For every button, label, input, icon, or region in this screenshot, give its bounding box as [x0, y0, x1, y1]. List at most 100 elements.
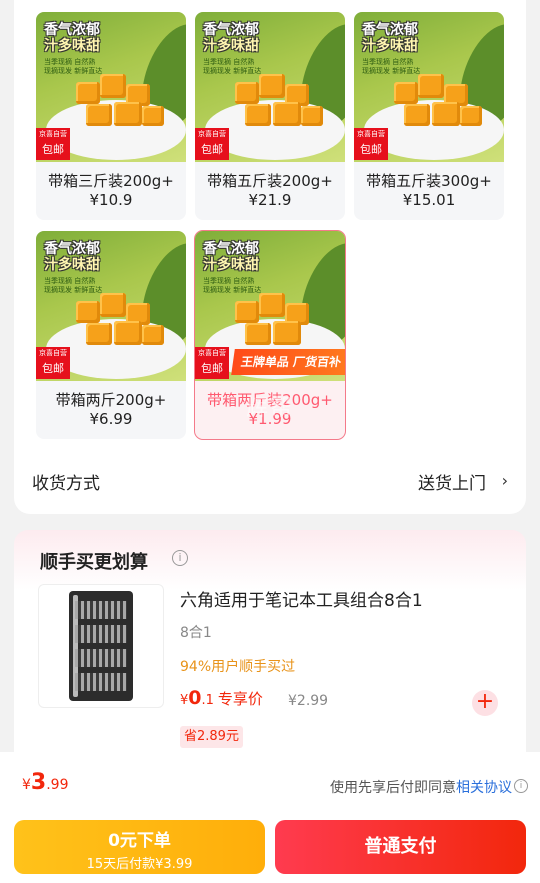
- sku-option-4[interactable]: 香气浓郁 汁多味甜 当季现摘 自然熟 现摘现发 新鲜直达 京喜自营 包邮 带箱两斤2…: [36, 231, 186, 439]
- addon-section-title: 顺手买更划算: [40, 552, 148, 573]
- image-subtext: 当季现摘 自然熟 现摘现发 新鲜直达: [362, 58, 421, 75]
- jd-self-badge: 京喜自营: [354, 128, 388, 140]
- image-subtext: 当季现摘 自然熟 现摘现发 新鲜直达: [44, 277, 103, 294]
- mango-cube: [245, 323, 271, 345]
- mango-cube: [259, 293, 285, 317]
- mango-cube: [86, 323, 112, 345]
- agreement-link[interactable]: 相关协议: [456, 780, 512, 796]
- total-symbol: ¥: [22, 777, 31, 793]
- addon-product-title[interactable]: 六角适用于笔记本工具组合8合1: [180, 586, 423, 611]
- mango-product-image: 香气浓郁 汁多味甜 当季现摘 自然熟 现摘现发 新鲜直达 京喜自营 包邮: [36, 12, 186, 162]
- mango-cube: [76, 301, 100, 323]
- sku-option-2[interactable]: 香气浓郁 汁多味甜 当季现摘 自然熟 现摘现发 新鲜直达 京喜自营 包邮 带箱五斤装…: [195, 12, 345, 220]
- watermark: 辉帮: [245, 396, 294, 421]
- bit-row: [75, 601, 127, 619]
- mango-cube: [114, 321, 142, 345]
- normal-pay-button[interactable]: 普通支付: [275, 820, 526, 874]
- agreement-text: 使用先享后付即同意相关协议: [330, 777, 512, 797]
- shipping-method-row[interactable]: 收货方式 送货上门 ›: [32, 466, 508, 496]
- pay-later-button[interactable]: 0元下单 15天后付款¥3.99: [14, 820, 265, 874]
- mango-cube: [142, 106, 164, 126]
- image-subtext: 当季现摘 自然熟 现摘现发 新鲜直达: [44, 58, 103, 75]
- mango-cube: [273, 102, 301, 126]
- mango-cube: [259, 74, 285, 98]
- total-price: ¥3.99: [22, 770, 69, 795]
- sku-name: 带箱两斤200g+: [55, 391, 167, 409]
- sku-name: 带箱五斤装200g+: [207, 172, 333, 190]
- jd-self-badge: 京喜自营: [36, 128, 70, 140]
- sku-name: 带箱五斤装300g+: [366, 172, 492, 190]
- mango-cube: [301, 106, 323, 126]
- sku-option-3[interactable]: 香气浓郁 汁多味甜 当季现摘 自然熟 现摘现发 新鲜直达 京喜自营 包邮 带箱五斤装…: [354, 12, 504, 220]
- brand-subsidy-banner: 王牌单品 厂货百补: [231, 349, 345, 375]
- sku-price: ¥6.99: [89, 410, 133, 428]
- checkout-footer: ¥3.99 使用先享后付即同意相关协议 i 0元下单 15天后付款¥3.99 普…: [0, 752, 540, 883]
- price-integer: 0: [188, 687, 202, 709]
- image-subtext: 当季现摘 自然熟 现摘现发 新鲜直达: [203, 277, 262, 294]
- image-headline: 香气浓郁 汁多味甜: [44, 241, 100, 273]
- mango-cube: [432, 102, 460, 126]
- info-icon[interactable]: i: [172, 550, 188, 566]
- addon-card: 顺手买更划算 i 六角适用于笔记本工具组合8合1 8合1 94%用户顺手买过 ¥…: [14, 530, 526, 770]
- mango-product-image: 香气浓郁 汁多味甜 当季现摘 自然熟 现摘现发 新鲜直达 京喜自营 包邮: [354, 12, 504, 162]
- addon-price: ¥0.1 专享价: [180, 687, 263, 709]
- sku-name: 带箱三斤装200g+: [48, 172, 174, 190]
- price-decimal: .1: [201, 693, 214, 708]
- toolkit-case-graphic: [69, 591, 133, 701]
- image-headline: 香气浓郁 汁多味甜: [203, 241, 259, 273]
- mango-cube: [142, 325, 164, 345]
- sku-option-5-selected[interactable]: 香气浓郁 汁多味甜 当季现摘 自然熟 现摘现发 新鲜直达 京喜自营 包邮 王牌单品 …: [194, 230, 346, 440]
- free-shipping-badge: 包邮: [36, 140, 70, 160]
- mango-cube: [100, 74, 126, 98]
- bit-row: [75, 649, 127, 667]
- shipping-value: 送货上门: [418, 474, 486, 494]
- bit-row: [75, 625, 127, 643]
- bit-row: [75, 673, 127, 691]
- total-decimal: .99: [46, 777, 69, 793]
- agreement-label: 使用先享后付即同意: [330, 780, 456, 796]
- mango-cube: [245, 104, 271, 126]
- shipping-label: 收货方式: [32, 474, 100, 494]
- mango-product-image: 香气浓郁 汁多味甜 当季现摘 自然熟 现摘现发 新鲜直达 京喜自营 包邮 王牌单品 …: [195, 231, 345, 381]
- jd-self-badge: 京喜自营: [195, 347, 229, 359]
- mango-cube: [404, 104, 430, 126]
- add-addon-button[interactable]: +: [472, 690, 498, 716]
- jd-self-badge: 京喜自营: [195, 128, 229, 140]
- sku-option-1[interactable]: 香气浓郁 汁多味甜 当季现摘 自然熟 现摘现发 新鲜直达 京喜自营 包邮 带箱三斤装…: [36, 12, 186, 220]
- sku-price: ¥10.9: [89, 191, 133, 209]
- mango-cube: [76, 82, 100, 104]
- toolkit-product-image[interactable]: [38, 584, 164, 708]
- sku-price: ¥15.01: [402, 191, 456, 209]
- sku-card: 香气浓郁 汁多味甜 当季现摘 自然熟 现摘现发 新鲜直达 京喜自营 包邮 带箱三斤装…: [14, 0, 526, 514]
- mango-cube: [460, 106, 482, 126]
- info-icon[interactable]: i: [514, 779, 528, 793]
- free-shipping-badge: 包邮: [195, 359, 229, 379]
- total-integer: 3: [30, 770, 47, 795]
- mango-cube: [235, 301, 259, 323]
- mango-cube: [394, 82, 418, 104]
- image-headline: 香气浓郁 汁多味甜: [44, 22, 100, 54]
- original-price: ¥2.99: [288, 693, 329, 709]
- mango-cube: [114, 102, 142, 126]
- free-shipping-badge: 包邮: [36, 359, 70, 379]
- image-subtext: 当季现摘 自然熟 现摘现发 新鲜直达: [203, 58, 262, 75]
- sku-price: ¥21.9: [248, 191, 292, 209]
- free-shipping-badge: 包邮: [354, 140, 388, 160]
- chevron-right-icon: ›: [501, 471, 508, 490]
- addon-product-spec: 8合1: [180, 625, 212, 641]
- savings-badge: 省2.89元: [180, 726, 243, 748]
- pay-later-title: 0元下单: [108, 831, 171, 851]
- pay-later-subtitle: 15天后付款¥3.99: [86, 857, 193, 872]
- mango-product-image: 香气浓郁 汁多味甜 当季现摘 自然熟 现摘现发 新鲜直达 京喜自营 包邮: [36, 231, 186, 381]
- mango-cube: [100, 293, 126, 317]
- mango-cube: [418, 74, 444, 98]
- image-headline: 香气浓郁 汁多味甜: [362, 22, 418, 54]
- jd-self-badge: 京喜自营: [36, 347, 70, 359]
- price-tag: 专享价: [217, 690, 263, 708]
- addon-buy-rate: 94%用户顺手买过: [180, 659, 296, 675]
- image-headline: 香气浓郁 汁多味甜: [203, 22, 259, 54]
- free-shipping-badge: 包邮: [195, 140, 229, 160]
- mango-cube: [86, 104, 112, 126]
- mango-product-image: 香气浓郁 汁多味甜 当季现摘 自然熟 现摘现发 新鲜直达 京喜自营 包邮: [195, 12, 345, 162]
- mango-cube: [273, 321, 301, 345]
